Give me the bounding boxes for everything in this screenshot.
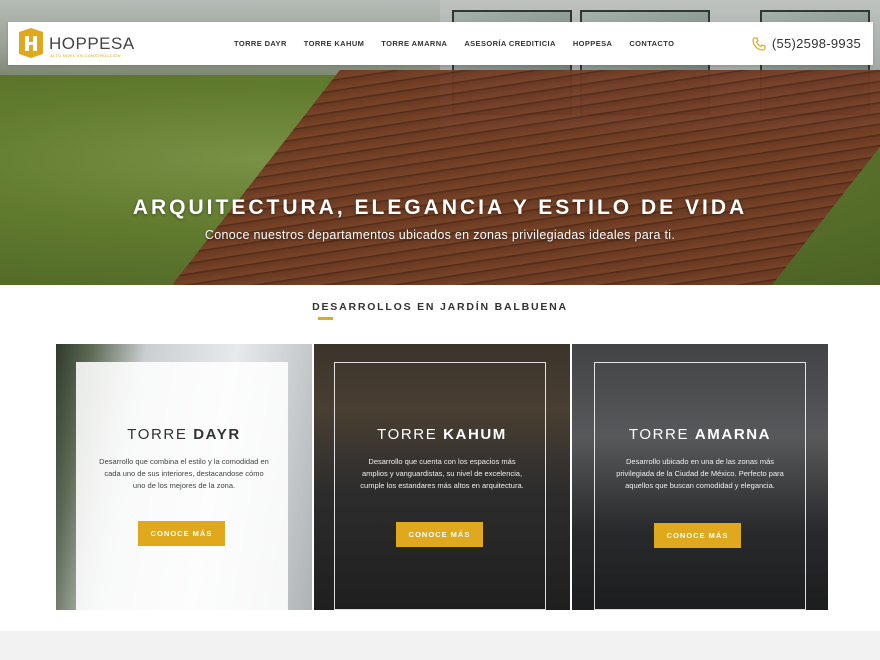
section-underline (318, 317, 333, 320)
nav-item-torre-kahum[interactable]: TORRE KAHUM (304, 39, 365, 48)
brand-tagline: ALTO NIVEL EN CONSTRUCCIÓN (50, 53, 121, 58)
hero-title: ARQUITECTURA, ELEGANCIA Y ESTILO DE VIDA (132, 196, 748, 219)
card-torre-dayr: TORRE DAYR Desarrollo que combina el est… (56, 344, 312, 610)
phone-contact[interactable]: (55)2598-9935 (752, 22, 861, 65)
card-description: Desarrollo ubicado en una de las zonas m… (616, 457, 784, 490)
card-torre-kahum: TORRE KAHUM Desarrollo que cuenta con lo… (314, 344, 570, 610)
conoce-mas-button[interactable]: CONOCE MÁS (654, 523, 741, 548)
card-description: Desarrollo que cuenta con los espacios m… (360, 457, 524, 490)
card-description: Desarrollo que combina el estilo y la co… (99, 457, 269, 490)
nav-item-asesoria-crediticia[interactable]: ASESORÍA CREDITICIA (464, 39, 556, 48)
card-title: TORRE KAHUM (377, 426, 507, 443)
conoce-mas-button[interactable]: CONOCE MÁS (396, 522, 483, 547)
nav-item-torre-amarna[interactable]: TORRE AMARNA (381, 39, 447, 48)
nav-item-hoppesa[interactable]: HOPPESA (573, 39, 612, 48)
phone-number: (55)2598-9935 (771, 36, 861, 51)
logo-mark-icon (19, 28, 43, 58)
top-navbar: HOPPESA ALTO NIVEL EN CONSTRUCCIÓN TORRE… (8, 22, 873, 65)
phone-icon (752, 36, 766, 51)
brand-logo[interactable]: HOPPESA ALTO NIVEL EN CONSTRUCCIÓN (17, 28, 135, 60)
card-torre-amarna: TORRE AMARNA Desarrollo ubicado en una d… (572, 344, 828, 610)
footer-strip (0, 631, 880, 660)
nav-item-torre-dayr[interactable]: TORRE DAYR (234, 39, 287, 48)
card-title: TORRE AMARNA (628, 426, 772, 443)
hero-subtitle: Conoce nuestros departamentos ubicados e… (204, 228, 676, 242)
nav-item-contacto[interactable]: CONTACTO (629, 39, 674, 48)
card-title: TORRE DAYR (127, 426, 241, 443)
section-title: DESARROLLOS EN JARDÍN BALBUENA (312, 301, 568, 313)
brand-name: HOPPESA (49, 34, 135, 53)
main-nav: TORRE DAYR TORRE KAHUM TORRE AMARNA ASES… (234, 22, 691, 65)
conoce-mas-button[interactable]: CONOCE MÁS (138, 521, 225, 546)
